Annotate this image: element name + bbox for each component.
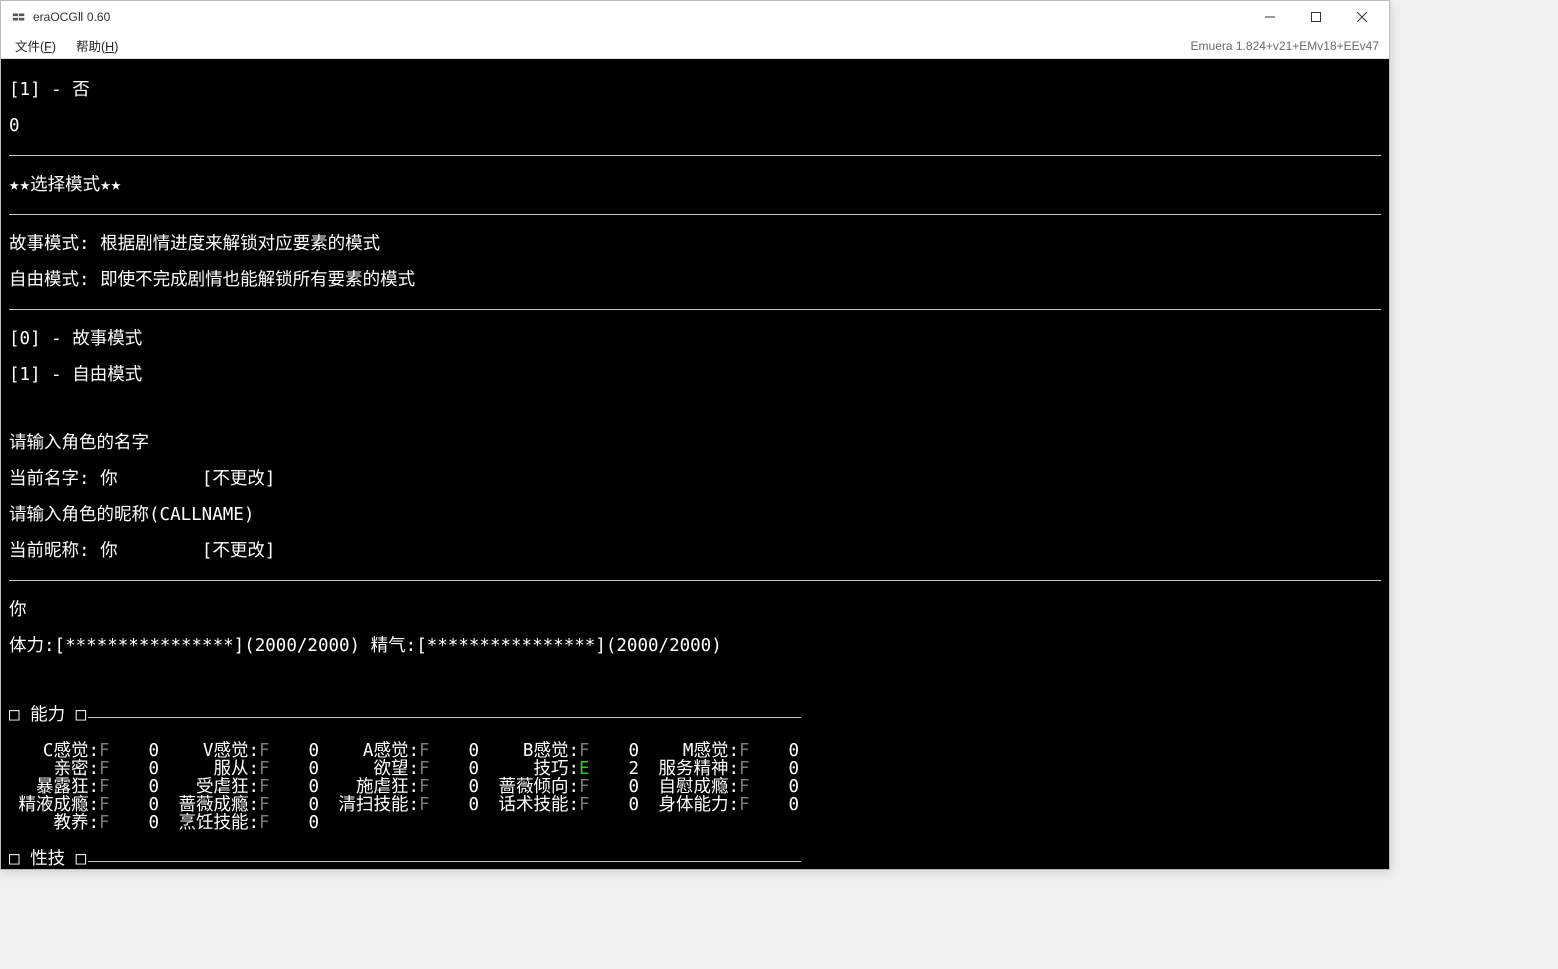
divider	[9, 309, 1381, 310]
titlebar: eraOCGⅡ 0.60	[1, 1, 1389, 33]
divider	[9, 214, 1381, 215]
ability-cell: 蔷薇倾向:F0	[489, 778, 649, 796]
minimize-icon	[1265, 12, 1275, 22]
ability-row: 亲密:F0服从:F0欲望:F0技巧:E2服务精神:F0	[9, 760, 1381, 778]
ability-cell: 亲密:F0	[9, 760, 169, 778]
ability-row: C感觉:F0V感觉:F0A感觉:F0B感觉:F0M感觉:F0	[9, 742, 1381, 760]
ability-cell: 服务精神:F0	[649, 760, 809, 778]
ability-cell: 施虐狂:F0	[329, 778, 489, 796]
ability-row: 教养:F0烹饪技能:F0	[9, 814, 1381, 832]
game-view[interactable]: [1] - 否 0 ★★选择模式★★ 故事模式: 根据剧情进度来解锁对应要素的模…	[1, 59, 1389, 869]
ability-table: C感觉:F0V感觉:F0A感觉:F0B感觉:F0M感觉:F0亲密:F0服从:F0…	[9, 742, 1381, 832]
ability-cell: A感觉:F0	[329, 742, 489, 760]
ability-row: 暴露狂:F0受虐狂:F0施虐狂:F0蔷薇倾向:F0自慰成瘾:F0	[9, 778, 1381, 796]
free-mode-desc: 自由模式: 即使不完成剧情也能解锁所有要素的模式	[9, 271, 1381, 289]
ability-cell: 清扫技能:F0	[329, 796, 489, 814]
section-ability: □ 能力 □	[9, 706, 801, 724]
ability-cell: 技巧:E2	[489, 760, 649, 778]
minimize-button[interactable]	[1247, 1, 1293, 33]
choice-0-story[interactable]: [0] - 故事模式	[9, 330, 1381, 348]
close-icon	[1357, 12, 1367, 22]
ability-cell: M感觉:F0	[649, 742, 809, 760]
menu-help[interactable]: 帮助(H)	[66, 34, 128, 57]
mode-header: ★★选择模式★★	[9, 176, 1381, 194]
window-title: eraOCGⅡ 0.60	[33, 10, 110, 24]
ability-row: 精液成瘾:F0蔷薇成瘾:F0清扫技能:F0话术技能:F0身体能力:F0	[9, 796, 1381, 814]
current-name-row: 当前名字: 你 [不更改]	[9, 470, 1381, 488]
ability-cell: 话术技能:F0	[489, 796, 649, 814]
section-sex: □ 性技 □	[9, 850, 801, 868]
ability-cell: 受虐狂:F0	[169, 778, 329, 796]
name-prompt: 请输入角色的名字	[9, 434, 1381, 452]
ability-cell: C感觉:F0	[9, 742, 169, 760]
divider	[9, 580, 1381, 581]
ability-cell: 烹饪技能:F0	[169, 814, 329, 832]
close-button[interactable]	[1339, 1, 1385, 33]
current-callname-row: 当前昵称: 你 [不更改]	[9, 542, 1381, 560]
app-icon	[11, 9, 27, 25]
menu-file[interactable]: 文件(F)	[5, 34, 66, 57]
menubar: 文件(F) 帮助(H) Emuera 1.824+v21+EMv18+EEv47	[1, 33, 1389, 59]
ability-cell: 暴露狂:F0	[9, 778, 169, 796]
ability-cell: 身体能力:F0	[649, 796, 809, 814]
maximize-icon	[1311, 12, 1321, 22]
echo-value: 0	[9, 117, 1381, 135]
app-window: eraOCGⅡ 0.60 文件(F) 帮助(H) Emuera 1.824+v2…	[0, 0, 1390, 870]
choice-1-no[interactable]: [1] - 否	[9, 81, 1381, 99]
ability-cell: 自慰成瘾:F0	[649, 778, 809, 796]
no-change-name[interactable]: [不更改]	[202, 469, 276, 489]
engine-version-label: Emuera 1.824+v21+EMv18+EEv47	[1191, 39, 1385, 53]
no-change-callname[interactable]: [不更改]	[202, 541, 276, 561]
hp-sp-row: 体力:[****************](2000/2000) 精气:[***…	[9, 637, 1381, 655]
ability-cell: 精液成瘾:F0	[9, 796, 169, 814]
ability-cell: B感觉:F0	[489, 742, 649, 760]
ability-cell: 服从:F0	[169, 760, 329, 778]
story-mode-desc: 故事模式: 根据剧情进度来解锁对应要素的模式	[9, 235, 1381, 253]
ability-cell: 教养:F0	[9, 814, 169, 832]
maximize-button[interactable]	[1293, 1, 1339, 33]
ability-cell: 蔷薇成瘾:F0	[169, 796, 329, 814]
divider	[9, 155, 1381, 156]
choice-1-free[interactable]: [1] - 自由模式	[9, 366, 1381, 384]
character-name: 你	[9, 601, 1381, 619]
callname-prompt: 请输入角色的昵称(CALLNAME)	[9, 506, 1381, 524]
ability-cell: 欲望:F0	[329, 760, 489, 778]
ability-cell: V感觉:F0	[169, 742, 329, 760]
